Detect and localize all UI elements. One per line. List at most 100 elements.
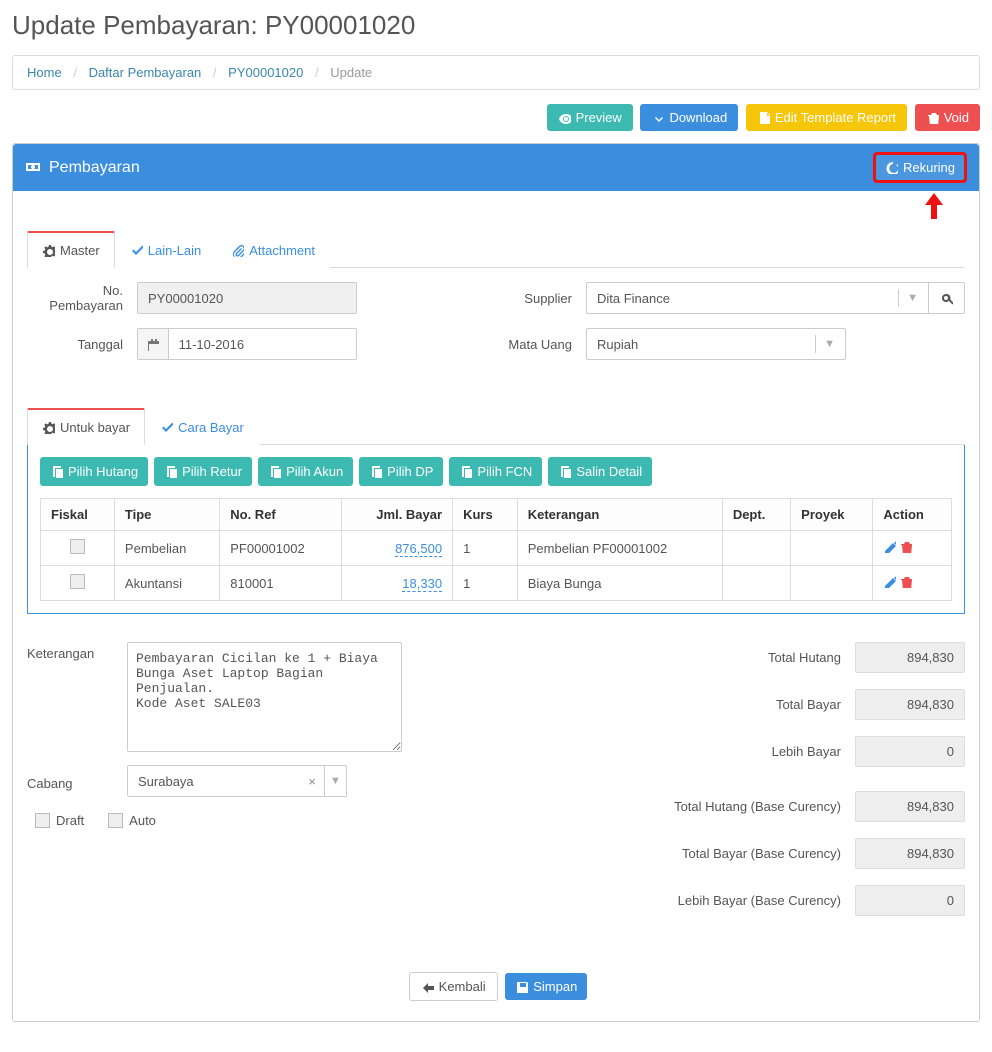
tab-master[interactable]: Master	[27, 231, 115, 268]
arrow-up-icon	[923, 193, 945, 219]
keterangan-label: Keterangan	[27, 642, 127, 755]
rekuring-highlight: Rekuring	[873, 152, 967, 183]
lebih-bayar-value: 0	[855, 736, 965, 767]
trash-icon[interactable]	[899, 576, 912, 591]
breadcrumb: Home / Daftar Pembayaran / PY00001020 / …	[12, 55, 980, 90]
lebih-bayar-base-label: Lebih Bayar (Base Curency)	[678, 893, 855, 908]
kembali-button[interactable]: Kembali	[409, 972, 498, 1001]
gears-icon	[42, 421, 55, 434]
pilih-hutang-button[interactable]: Pilih Hutang	[40, 457, 148, 486]
file-icon	[757, 111, 770, 124]
no-pembayaran-label: No. Pembayaran	[27, 283, 137, 313]
breadcrumb-current: Update	[330, 65, 372, 80]
clear-icon[interactable]: ×	[300, 774, 324, 789]
col-jml: Jml. Bayar	[342, 499, 453, 531]
row-fiskal-checkbox[interactable]	[70, 574, 85, 589]
cell-dept	[722, 566, 790, 601]
lebih-bayar-label: Lebih Bayar	[772, 744, 855, 759]
preview-button[interactable]: Preview	[547, 104, 633, 131]
pilih-akun-button[interactable]: Pilih Akun	[258, 457, 353, 486]
cell-jml[interactable]: 18,330	[342, 566, 453, 601]
keterangan-textarea[interactable]	[127, 642, 402, 752]
no-pembayaran-input	[137, 282, 357, 314]
gears-icon	[42, 244, 55, 257]
copy-icon	[558, 465, 571, 478]
total-bayar-base-label: Total Bayar (Base Curency)	[682, 846, 855, 861]
cell-kurs: 1	[453, 566, 518, 601]
col-dept: Dept.	[722, 499, 790, 531]
tab-untuk-bayar[interactable]: Untuk bayar	[27, 408, 145, 445]
download-button[interactable]: Download	[640, 104, 738, 131]
cell-proyek	[791, 531, 873, 566]
row-fiskal-checkbox[interactable]	[70, 539, 85, 554]
back-icon	[421, 980, 434, 993]
pilih-retur-button[interactable]: Pilih Retur	[154, 457, 252, 486]
auto-checkbox[interactable]: Auto	[108, 813, 156, 828]
col-proyek: Proyek	[791, 499, 873, 531]
total-hutang-value: 894,830	[855, 642, 965, 673]
detail-table: Fiskal Tipe No. Ref Jml. Bayar Kurs Kete…	[40, 498, 952, 601]
breadcrumb-id[interactable]: PY00001020	[228, 65, 303, 80]
mata-uang-select[interactable]: Rupiah▼	[586, 328, 846, 360]
supplier-select[interactable]: Dita Finance▼	[586, 282, 929, 314]
copy-icon	[369, 465, 382, 478]
page-title: Update Pembayaran: PY00001020	[12, 10, 980, 41]
tanggal-label: Tanggal	[27, 337, 137, 352]
toolbar: Preview Download Edit Template Report Vo…	[12, 104, 980, 131]
main-tabs: Master Lain-Lain Attachment	[27, 231, 965, 268]
draft-checkbox[interactable]: Draft	[35, 813, 84, 828]
download-icon	[651, 111, 664, 124]
cell-jml[interactable]: 876,500	[342, 531, 453, 566]
col-tipe: Tipe	[114, 499, 219, 531]
cell-dept	[722, 531, 790, 566]
col-fiskal: Fiskal	[41, 499, 115, 531]
edit-icon[interactable]	[883, 541, 896, 556]
check-icon	[130, 244, 143, 257]
cell-noref: 810001	[220, 566, 342, 601]
copy-icon	[164, 465, 177, 478]
cell-noref: PF00001002	[220, 531, 342, 566]
tab-cara-bayar[interactable]: Cara Bayar	[145, 408, 259, 445]
breadcrumb-list[interactable]: Daftar Pembayaran	[89, 65, 202, 80]
sub-tabs: Untuk bayar Cara Bayar	[27, 408, 965, 445]
edit-template-button[interactable]: Edit Template Report	[746, 104, 907, 131]
pilih-fcn-button[interactable]: Pilih FCN	[449, 457, 542, 486]
tab-attachment[interactable]: Attachment	[216, 231, 330, 268]
detail-actions: Pilih Hutang Pilih Retur Pilih Akun Pili…	[40, 457, 952, 486]
copy-icon	[459, 465, 472, 478]
eye-icon	[558, 111, 571, 124]
copy-icon	[50, 465, 63, 478]
pilih-dp-button[interactable]: Pilih DP	[359, 457, 443, 486]
trash-icon	[926, 111, 939, 124]
tanggal-input[interactable]	[168, 328, 357, 360]
col-noref: No. Ref	[220, 499, 342, 531]
trash-icon[interactable]	[899, 541, 912, 556]
clip-icon	[231, 244, 244, 257]
void-button[interactable]: Void	[915, 104, 980, 131]
chevron-down-icon: ▼	[815, 335, 835, 353]
cell-proyek	[791, 566, 873, 601]
cell-tipe: Akuntansi	[114, 566, 219, 601]
tab-lain-lain[interactable]: Lain-Lain	[115, 231, 217, 268]
total-bayar-label: Total Bayar	[776, 697, 855, 712]
calendar-icon[interactable]	[137, 328, 168, 360]
cabang-select[interactable]: Surabaya × ▼	[127, 765, 347, 797]
col-action: Action	[873, 499, 952, 531]
simpan-button[interactable]: Simpan	[505, 973, 587, 1000]
money-icon	[25, 159, 43, 177]
salin-detail-button[interactable]: Salin Detail	[548, 457, 652, 486]
rekuring-button[interactable]: Rekuring	[876, 155, 964, 180]
cell-ket: Biaya Bunga	[517, 566, 722, 601]
total-hutang-label: Total Hutang	[768, 650, 855, 665]
breadcrumb-home[interactable]: Home	[27, 65, 62, 80]
panel-title: Pembayaran	[25, 159, 140, 177]
save-icon	[515, 980, 528, 993]
panel-pembayaran: Pembayaran Rekuring Master Lain-Lain Att…	[12, 143, 980, 1022]
copy-icon	[268, 465, 281, 478]
chevron-down-icon: ▼	[898, 289, 918, 307]
chevron-down-icon[interactable]: ▼	[324, 766, 346, 796]
cabang-label: Cabang	[27, 772, 127, 791]
mata-uang-label: Mata Uang	[496, 337, 586, 352]
supplier-search-button[interactable]	[929, 282, 965, 314]
edit-icon[interactable]	[883, 576, 896, 591]
